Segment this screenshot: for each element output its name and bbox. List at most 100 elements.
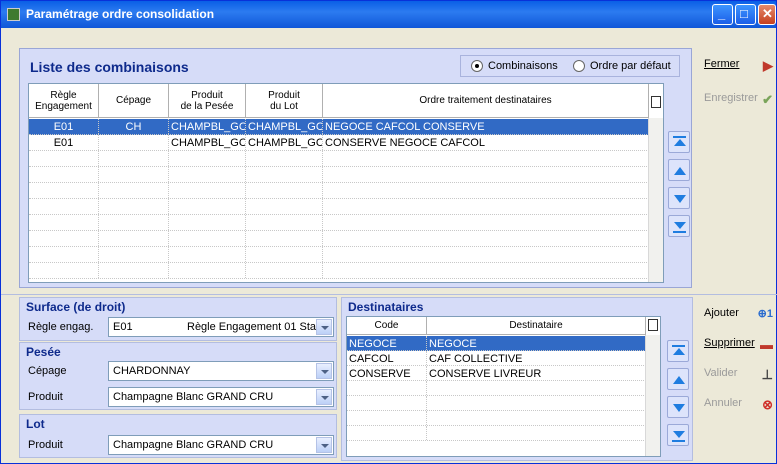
empty-row: [347, 381, 646, 396]
chevron-down-icon[interactable]: [316, 389, 332, 405]
lot-title: Lot: [26, 417, 45, 431]
close-button[interactable]: ✕: [758, 4, 776, 25]
table-row[interactable]: NEGOCE NEGOCE: [347, 336, 646, 351]
surface-section: Surface (de droit) Règle engag. E01 Règl…: [19, 297, 337, 341]
checkmark-icon: ✔: [762, 92, 773, 107]
cell-ordre: NEGOCE CAFCOL CONSERVE: [323, 119, 649, 134]
move-down-button[interactable]: [668, 187, 690, 209]
minimize-icon: _: [718, 6, 726, 21]
dest-move-bottom-button[interactable]: [667, 424, 689, 446]
empty-row: [347, 426, 646, 441]
ajouter-label: Ajouter: [704, 307, 739, 319]
valider-label: Valider: [704, 367, 738, 379]
lot-produit-select[interactable]: Champagne Blanc GRAND CRU: [108, 435, 334, 455]
empty-row: [29, 167, 649, 183]
dest-grid-scrollbar[interactable]: [645, 335, 660, 456]
pesee-produit-select[interactable]: Champagne Blanc GRAND CRU: [108, 387, 334, 407]
maximize-button[interactable]: □: [735, 4, 756, 25]
cepage-select[interactable]: CHARDONNAY: [108, 361, 334, 381]
radio-dot-icon: [471, 60, 483, 72]
window-title: Paramétrage ordre consolidation: [26, 7, 215, 21]
maximize-icon: □: [740, 6, 748, 21]
col-header-regle[interactable]: Règle Engagement: [29, 84, 99, 117]
empty-row: [29, 215, 649, 231]
annuler-button[interactable]: Annuler ⊗: [700, 392, 777, 416]
empty-row: [29, 247, 649, 263]
exit-door-icon: ▶: [763, 58, 773, 73]
lot-produit-label: Produit: [28, 439, 63, 451]
col-header-produit-lot[interactable]: Produit du Lot: [246, 84, 323, 117]
enregistrer-button[interactable]: Enregistrer ✔: [700, 87, 777, 111]
arrow-up-icon: [674, 167, 686, 175]
radio-ordre-defaut[interactable]: Ordre par défaut: [573, 60, 671, 72]
empty-row: [347, 396, 646, 411]
annuler-label: Annuler: [704, 397, 742, 409]
arrow-down-icon: [674, 195, 686, 203]
table-row[interactable]: E01 CH CHAMPBL_GC CHAMPBL_GC NEGOCE CAFC…: [29, 119, 649, 135]
cell-cepage: CH: [99, 119, 169, 134]
regle-select[interactable]: E01 Règle Engagement 01 Star: [108, 317, 334, 337]
col-header-code[interactable]: Code: [347, 317, 427, 334]
destinataires-grid[interactable]: Code Destinataire NEGOCE NEGOCE CAFCOL C…: [346, 316, 661, 457]
chevron-down-icon[interactable]: [316, 319, 332, 335]
empty-row: [347, 411, 646, 426]
minimize-button[interactable]: _: [712, 4, 733, 25]
move-bottom-button[interactable]: [668, 215, 690, 237]
col-header-ordre[interactable]: Ordre traitement destinataires: [323, 84, 649, 117]
ajouter-button[interactable]: Ajouter ⊕1: [700, 302, 777, 326]
cepage-label: Cépage: [28, 365, 67, 377]
table-row[interactable]: E01 CHAMPBL_GC CHAMPBL_GC CONSERVE NEGOC…: [29, 135, 649, 151]
bar-icon: [673, 231, 686, 233]
fermer-label: Fermer: [704, 58, 740, 70]
move-top-icon: [673, 348, 685, 355]
trash-icon[interactable]: [648, 319, 658, 331]
cell-prod-pesee: CHAMPBL_GC: [171, 135, 246, 150]
table-row[interactable]: CAFCOL CAF COLLECTIVE: [347, 351, 646, 366]
cell-prod-lot: CHAMPBL_GC: [248, 119, 323, 134]
fermer-button[interactable]: Fermer ▶: [700, 53, 777, 77]
col-header-produit-pesee[interactable]: Produit de la Pesée: [169, 84, 246, 117]
supprimer-button[interactable]: Supprimer ▬: [700, 332, 777, 356]
cancel-x-icon: ⊗: [762, 397, 773, 412]
move-up-button[interactable]: [668, 159, 690, 181]
cell-destinataire: NEGOCE: [427, 336, 646, 350]
pesee-produit-label: Produit: [28, 391, 63, 403]
col-header-cepage[interactable]: Cépage: [99, 84, 169, 117]
move-top-button[interactable]: [668, 131, 690, 153]
bar-icon: [672, 345, 685, 347]
radio-dot-icon: [573, 60, 585, 72]
cell-code: NEGOCE: [347, 336, 427, 350]
chevron-down-icon[interactable]: [316, 437, 332, 453]
cell-destinataire: CONSERVE LIVREUR: [427, 366, 646, 380]
dest-grid-header: Code Destinataire: [347, 317, 646, 335]
table-row[interactable]: CONSERVE CONSERVE LIVREUR: [347, 366, 646, 381]
empty-row: [29, 199, 649, 215]
surface-title: Surface (de droit): [26, 300, 126, 314]
dest-move-down-button[interactable]: [667, 396, 689, 418]
title-bar: Paramétrage ordre consolidation _ □ ✕: [1, 1, 776, 28]
app-icon: [7, 8, 20, 21]
move-top-icon: [674, 139, 686, 146]
move-bottom-icon: [674, 222, 686, 229]
valider-button[interactable]: Valider ⊥: [700, 362, 777, 386]
main-window: Paramétrage ordre consolidation _ □ ✕ Li…: [0, 0, 777, 464]
dest-move-top-button[interactable]: [667, 340, 689, 362]
radio-combinaisons-label: Combinaisons: [488, 60, 558, 72]
lot-produit-value: Champagne Blanc GRAND CRU: [113, 439, 274, 451]
dest-move-up-button[interactable]: [667, 368, 689, 390]
cell-ordre: CONSERVE NEGOCE CAFCOL: [323, 135, 649, 150]
col-header-destinataire[interactable]: Destinataire: [427, 317, 646, 334]
empty-row: [29, 183, 649, 199]
chevron-down-icon[interactable]: [316, 363, 332, 379]
radio-ordre-label: Ordre par défaut: [590, 60, 671, 72]
arrow-up-icon: [673, 376, 685, 384]
bar-icon: [673, 136, 686, 138]
radio-combinaisons[interactable]: Combinaisons: [471, 60, 558, 72]
pesee-produit-value: Champagne Blanc GRAND CRU: [113, 391, 274, 403]
list-panel: Liste des combinaisons Combinaisons Ordr…: [19, 48, 692, 288]
lot-section: Lot Produit Champagne Blanc GRAND CRU: [19, 414, 337, 458]
grid-scrollbar[interactable]: [648, 118, 663, 282]
bar-icon: [672, 440, 685, 442]
combinaisons-grid[interactable]: Règle Engagement Cépage Produit de la Pesé…: [28, 83, 664, 283]
trash-icon[interactable]: [651, 96, 661, 108]
